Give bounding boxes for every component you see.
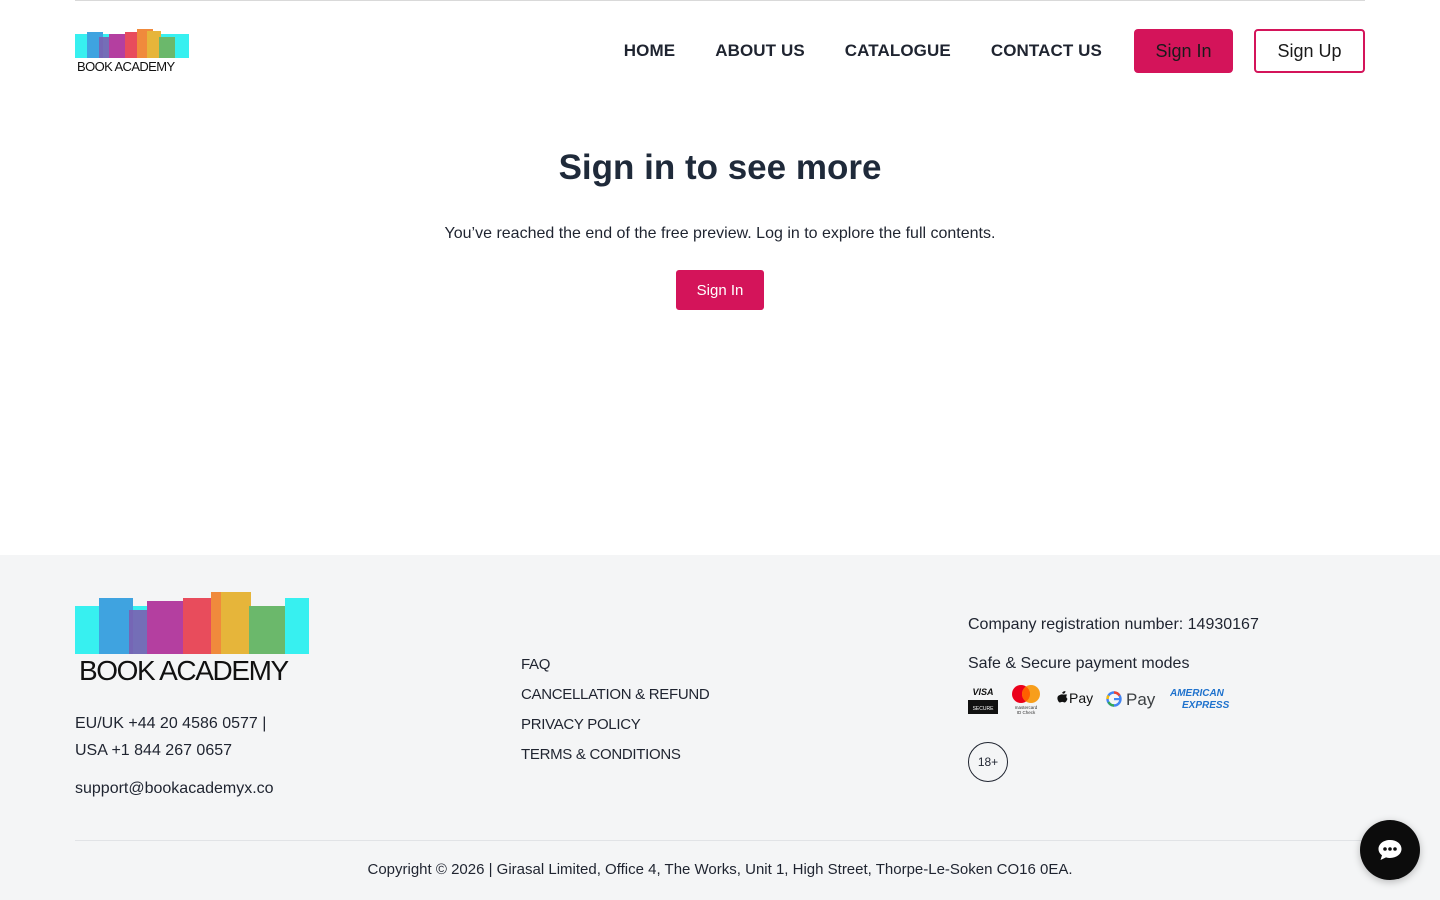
nav-home[interactable]: HOME: [624, 41, 675, 61]
chat-button[interactable]: [1360, 820, 1420, 880]
visa-secure-icon: VISA SECURE: [968, 687, 998, 714]
header-sign-up-button[interactable]: Sign Up: [1254, 29, 1365, 73]
support-email[interactable]: support@bookacademyx.co: [75, 775, 335, 802]
chat-bubble-icon: [1378, 840, 1402, 860]
footer-brand-logo[interactable]: BOOK ACADEMY: [75, 592, 309, 688]
brand-logo[interactable]: BOOK ACADEMY: [75, 28, 189, 76]
svg-text:VISA: VISA: [972, 687, 993, 697]
payment-methods: VISA SECURE mastercard ID Check Pay Pay …: [968, 684, 1238, 720]
books-logo-icon: [75, 592, 309, 654]
google-pay-icon: Pay: [1106, 690, 1156, 709]
footer-link-cancellation-refund[interactable]: CANCELLATION & REFUND: [521, 680, 710, 710]
header-sign-in-button[interactable]: Sign In: [1134, 29, 1233, 73]
contact-info: EU/UK +44 20 4586 0577 | USA +1 844 267 …: [75, 710, 335, 802]
footer-link-privacy-policy[interactable]: PRIVACY POLICY: [521, 710, 709, 740]
age-restriction-badge: 18+: [968, 742, 1008, 782]
registration-number: Company registration number: 14930167: [968, 616, 1259, 633]
copyright-text: Copyright © 2026 | Girasal Limited, Offi…: [367, 861, 1073, 878]
svg-text:Pay: Pay: [1069, 690, 1093, 706]
phone-us[interactable]: USA +1 844 267 0657: [75, 737, 335, 764]
apple-pay-icon: Pay: [1057, 690, 1093, 706]
phone-eu[interactable]: EU/UK +44 20 4586 0577 |: [75, 710, 335, 737]
signin-prompt: Sign in to see more You’ve reached the e…: [0, 140, 1440, 310]
company-info: Company registration number: 14930167 Sa…: [968, 613, 1259, 720]
svg-text:ID Check: ID Check: [1017, 710, 1036, 715]
svg-text:EXPRESS: EXPRESS: [1182, 700, 1230, 711]
site-footer: BOOK ACADEMY EU/UK +44 20 4586 0577 | US…: [0, 555, 1440, 900]
footer-link-terms-conditions[interactable]: TERMS & CONDITIONS: [521, 740, 709, 770]
main-nav: HOME ABOUT US CATALOGUE CONTACT US Sign …: [624, 29, 1365, 73]
mastercard-id-check-icon: mastercard ID Check: [1012, 685, 1040, 715]
footer-links: FAQ CANCELLATION & REFUND PRIVACY POLICY…: [521, 650, 710, 770]
footer-brand-wordmark: BOOK ACADEMY: [79, 655, 289, 686]
nav-contact-us[interactable]: CONTACT US: [991, 41, 1102, 61]
footer-link-faq[interactable]: FAQ: [521, 650, 709, 680]
footer-divider: [75, 840, 1365, 841]
payments-heading: Safe & Secure payment modes: [968, 655, 1190, 672]
svg-text:AMERICAN: AMERICAN: [1170, 688, 1225, 699]
american-express-icon: AMERICAN EXPRESS: [1170, 688, 1230, 711]
svg-text:SECURE: SECURE: [973, 706, 995, 712]
preview-message: You’ve reached the end of the free previ…: [444, 225, 996, 242]
page-title: Sign in to see more: [558, 148, 882, 187]
nav-about-us[interactable]: ABOUT US: [715, 41, 805, 61]
nav-catalogue[interactable]: CATALOGUE: [845, 41, 951, 61]
svg-text:Pay: Pay: [1126, 690, 1156, 709]
books-logo-icon: [75, 29, 189, 58]
brand-wordmark: BOOK ACADEMY: [77, 59, 175, 74]
site-header: BOOK ACADEMY HOME ABOUT US CATALOGUE CON…: [75, 0, 1365, 100]
sign-in-button[interactable]: Sign In: [676, 270, 764, 310]
